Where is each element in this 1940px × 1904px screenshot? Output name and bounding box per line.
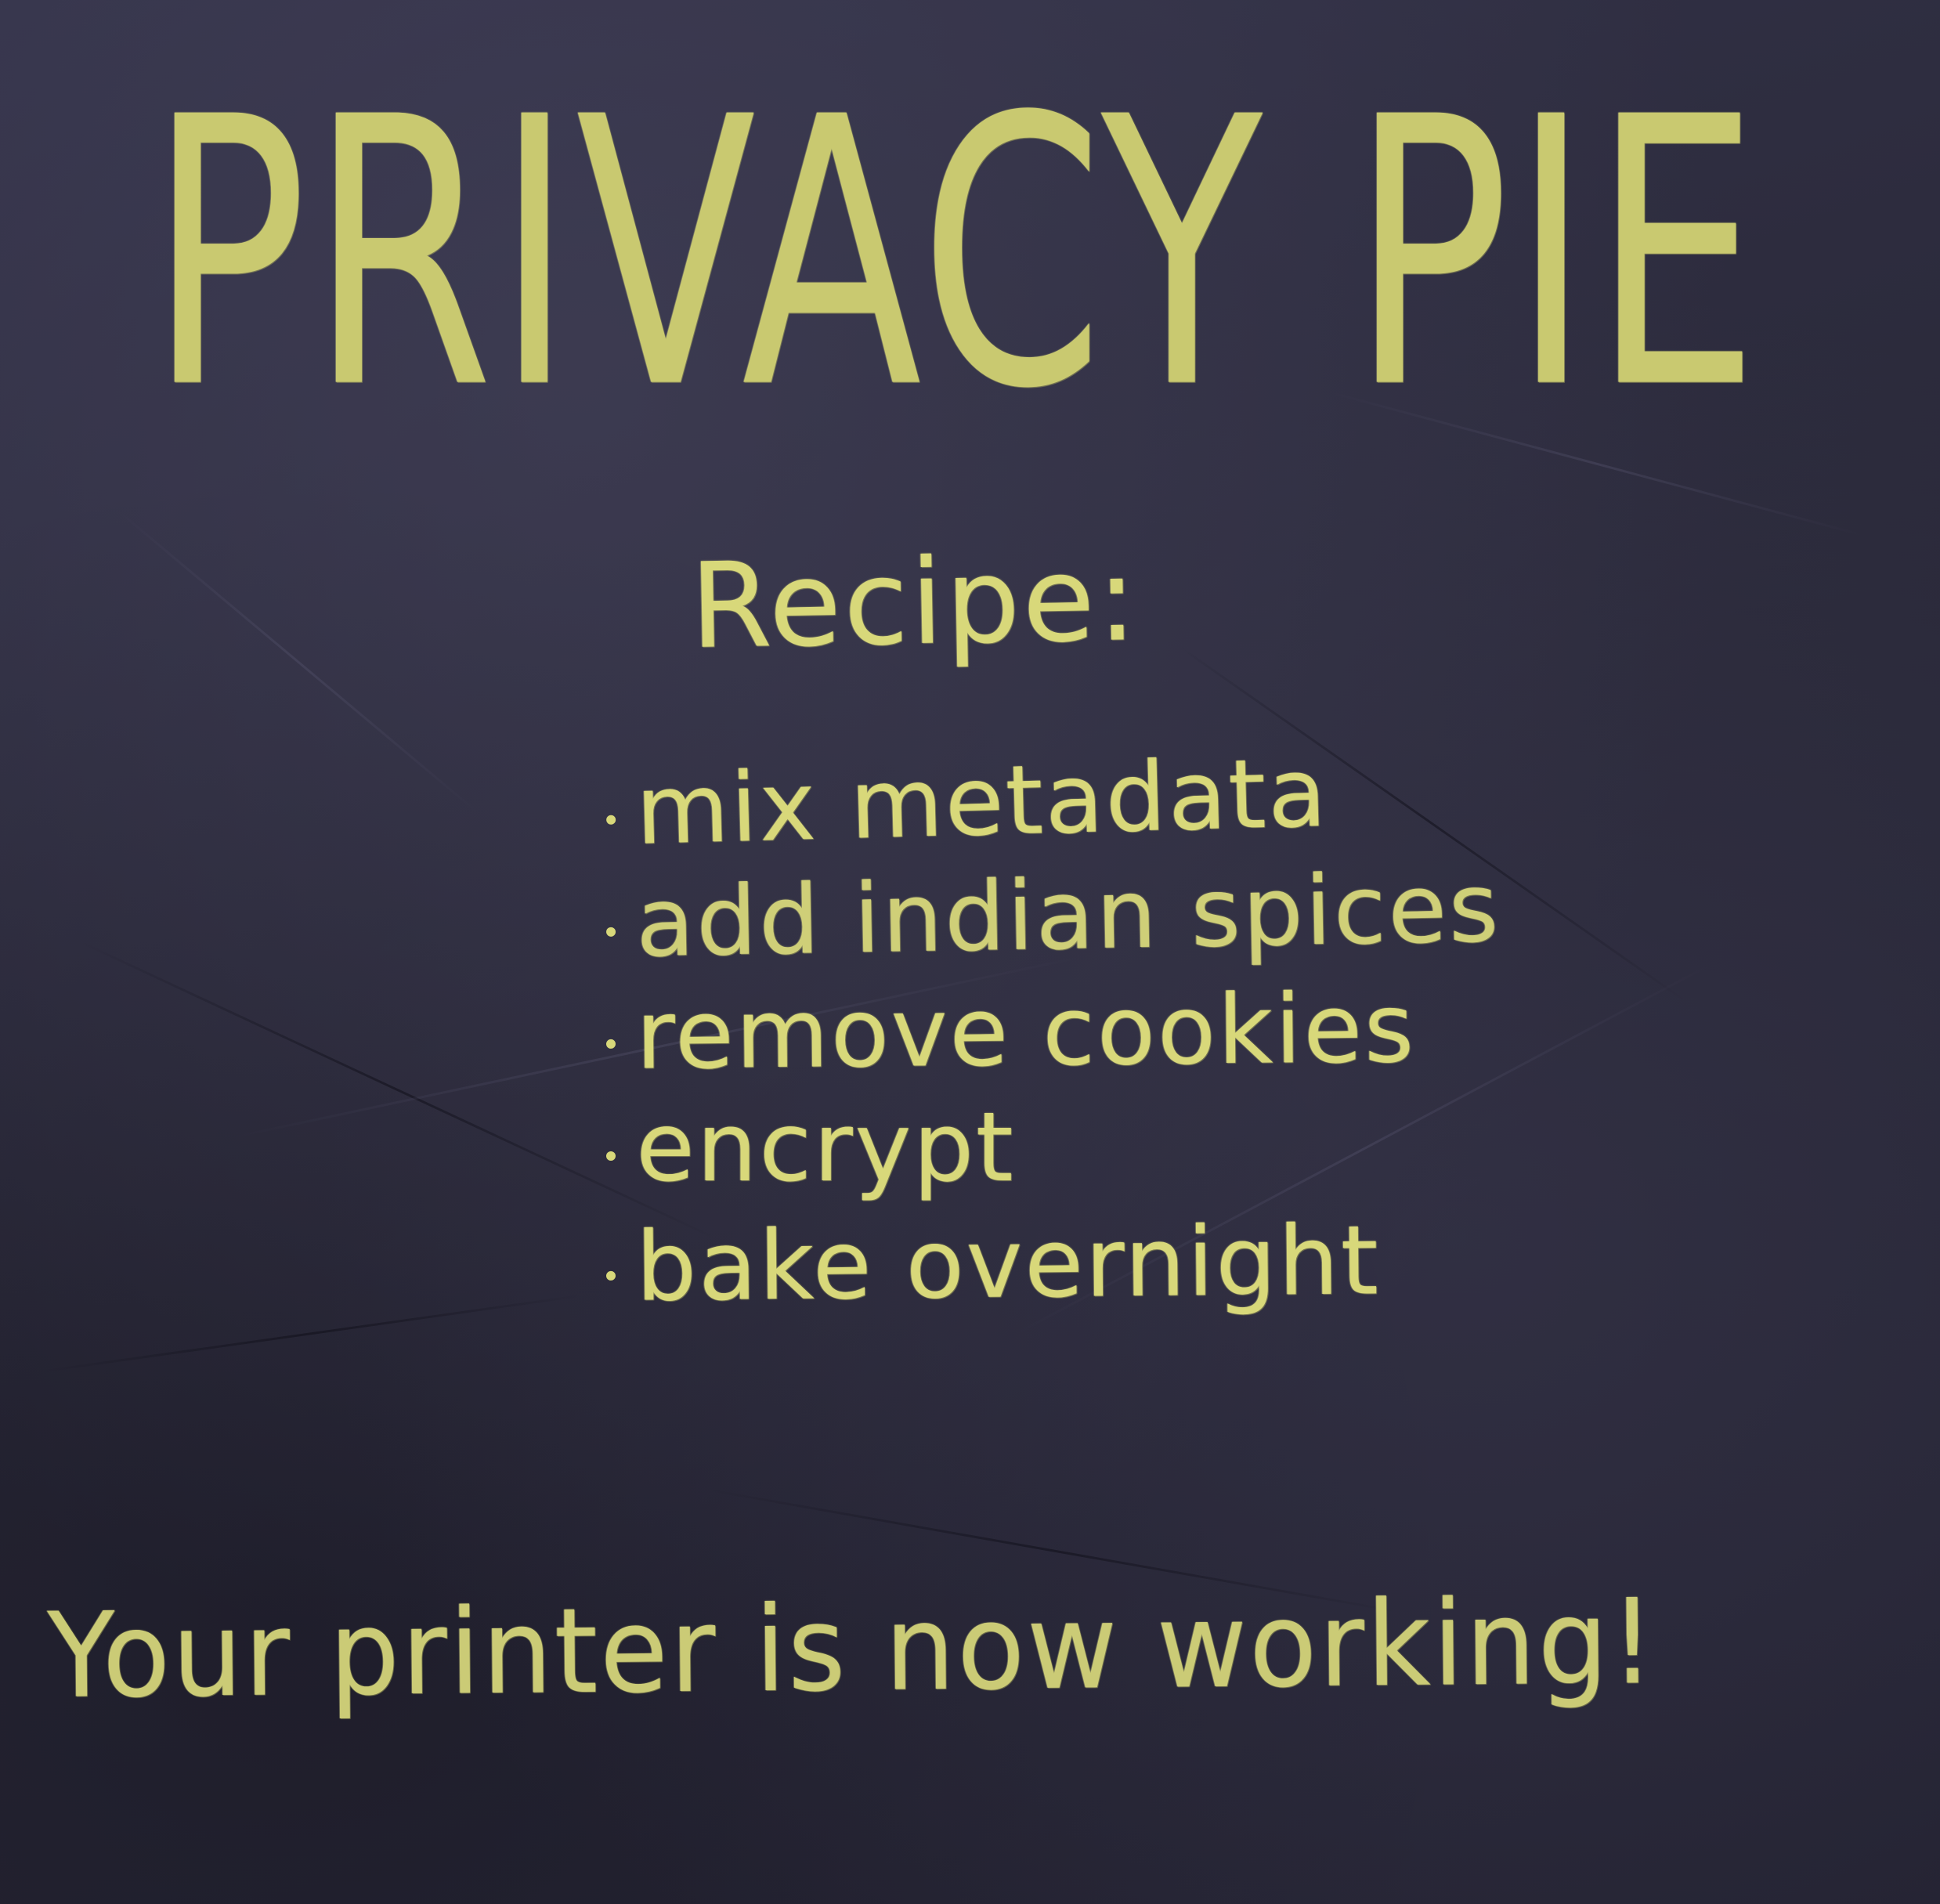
bullet-dot-icon [605,1270,616,1281]
footer-message: Your printer is now working! [46,1574,1657,1725]
bullet-dot-icon [605,815,616,825]
recipe-step-text: remove cookies [635,972,1417,1091]
recipe-step-text: add indian spices [634,852,1501,979]
bullet-dot-icon [606,1151,616,1161]
bullet-dot-icon [605,927,616,937]
fabric-canvas: PRIVACY PIE Recipe: mix metadata add ind… [0,0,1940,1904]
recipe-heading: Recipe: [688,531,1140,675]
recipe-step-text: encrypt [636,1092,1016,1203]
page-title: PRIVACY PIE [149,40,1762,470]
fabric-wrinkle [38,1294,583,1373]
fabric-wrinkle [117,509,479,814]
recipe-step: add indian spices [602,852,1501,992]
recipe-step-text: mix metadata [634,736,1330,866]
recipe-step: encrypt [603,1100,1501,1216]
recipe-step: bake overnight [602,1205,1501,1335]
recipe-steps-list: mix metadata add indian spices remove co… [602,737,1501,1331]
bullet-dot-icon [605,1039,616,1049]
recipe-step: remove cookies [602,973,1501,1104]
recipe-step-text: bake overnight [635,1205,1381,1323]
